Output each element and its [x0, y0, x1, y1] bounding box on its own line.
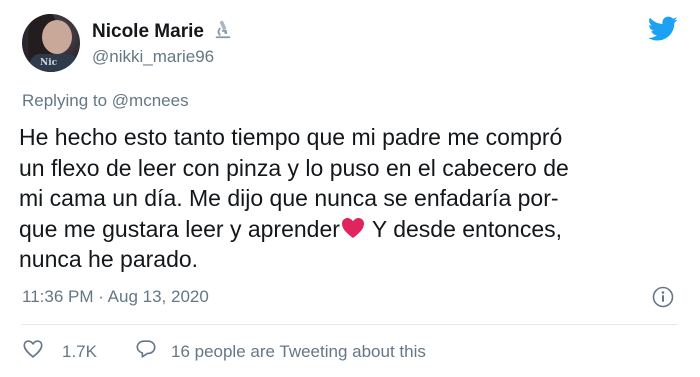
tweet-line-part: que me gustara leer y aprender [19, 215, 340, 242]
heart-outline-icon [22, 338, 44, 365]
tweet-line-with-emoji: que me gustara leer y aprender Y desde e… [19, 214, 684, 245]
avatar-shirt-text: Nic [40, 58, 58, 68]
tweet-actions: 1.7K 16 people are Tweeting about this [22, 338, 426, 365]
divider [22, 324, 678, 325]
like-button[interactable]: 1.7K [22, 338, 97, 365]
replying-to-mention[interactable]: @mcnees [112, 91, 189, 110]
tweet-line: He hecho esto tanto tiempo que mi padre … [19, 124, 563, 150]
tweet-line-part: Y desde entonces, [365, 215, 563, 242]
tweet-text: He hecho esto tanto tiempo que mi padre … [19, 122, 684, 275]
display-name[interactable]: Nicole Marie [92, 21, 204, 43]
avatar[interactable]: Nic [22, 14, 80, 72]
tweet-line: mi cama un día. Me dijo que nunca se enf… [19, 185, 559, 211]
author-name-line: Nicole Marie [92, 18, 234, 45]
tweet-line: nunca he parado. [19, 246, 199, 272]
reply-button[interactable]: 16 people are Tweeting about this [135, 338, 426, 365]
handle[interactable]: @nikki_marie96 [92, 47, 214, 67]
replying-to-prefix: Replying to [22, 91, 108, 110]
avatar-face [42, 20, 72, 54]
tweet-timestamp[interactable]: 11:36 PM · Aug 13, 2020 [22, 287, 209, 307]
replying-to: Replying to @mcnees [22, 91, 189, 111]
info-icon[interactable] [652, 286, 674, 308]
twitter-bird-icon[interactable] [648, 16, 678, 42]
red-heart-icon [340, 216, 366, 240]
reply-count-text: 16 people are Tweeting about this [170, 341, 426, 361]
like-count: 1.7K [62, 341, 97, 361]
tweet-line: un flexo de leer con pinza y lo puso en … [19, 154, 569, 181]
microscope-icon [212, 18, 234, 45]
speech-bubble-icon [135, 338, 157, 365]
